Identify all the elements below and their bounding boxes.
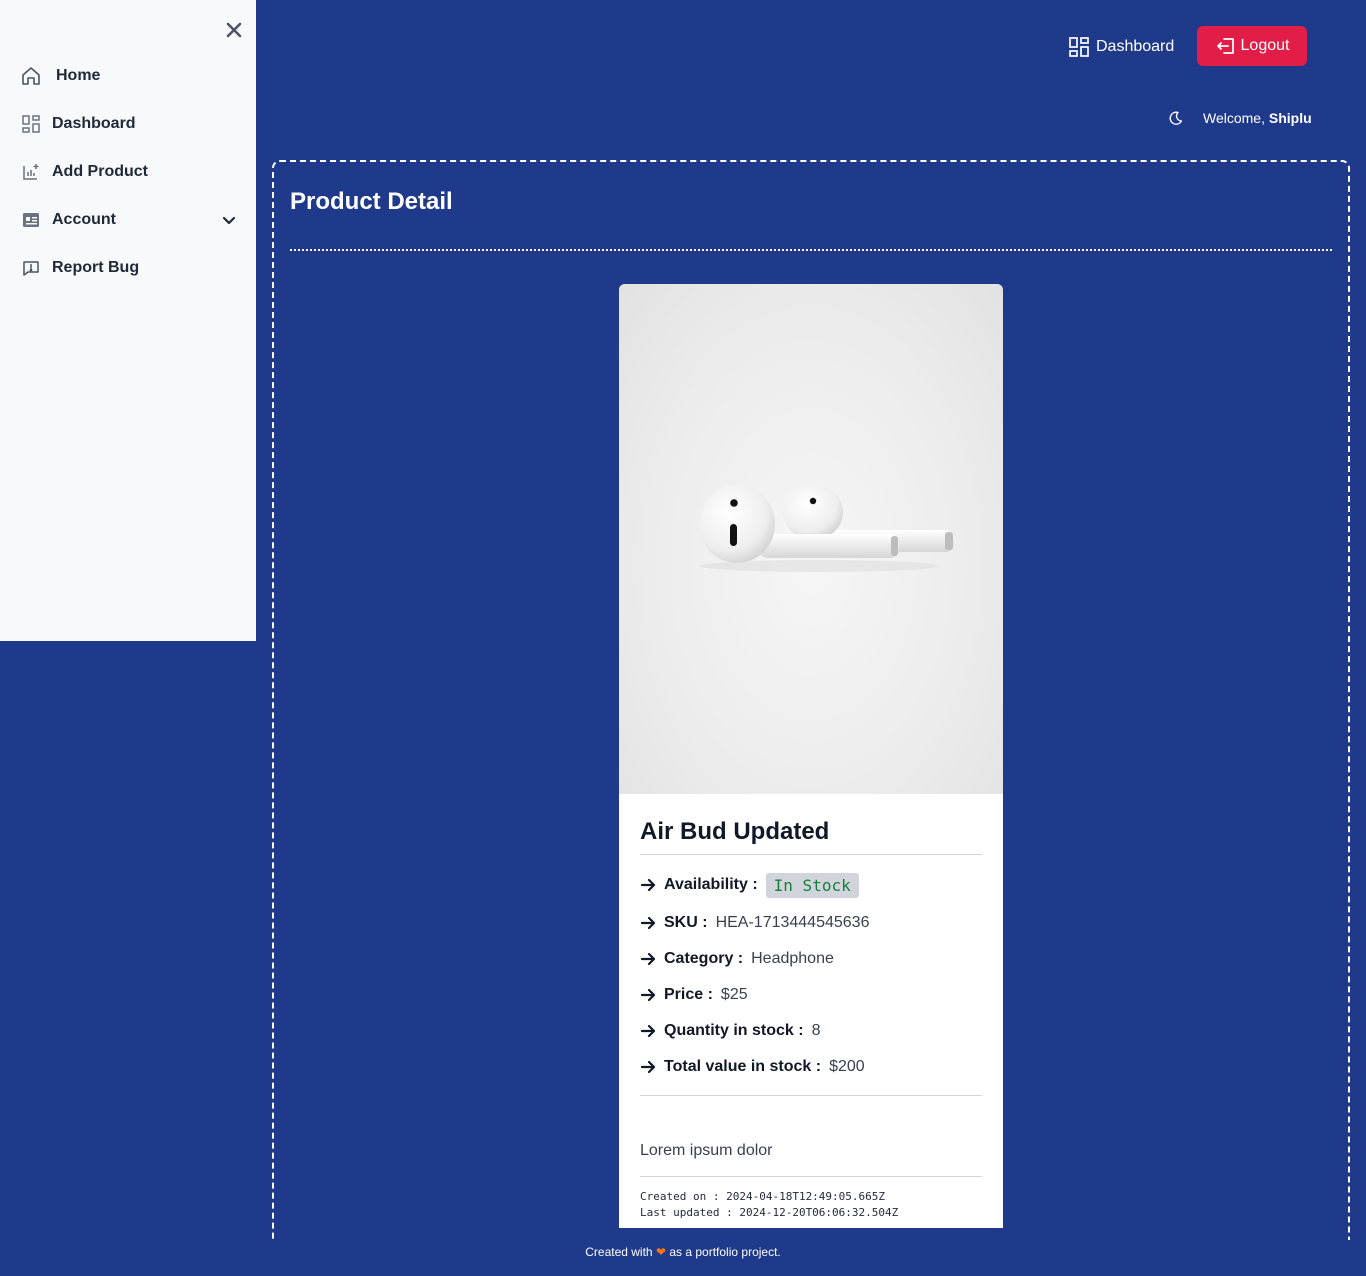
sidebar-item-label: Dashboard [52,115,136,132]
field-value: $25 [720,986,748,1003]
logout-label: Logout [1240,37,1290,54]
grid-icon [1068,36,1090,58]
logout-icon [1215,35,1237,57]
price-row: Price : $25 [640,982,748,1008]
field-value: Headphone [751,950,834,967]
header-dashboard-label: Dashboard [1096,38,1175,55]
product-description: Lorem ipsum dolor [640,1142,773,1159]
sku-row: SKU : HEA-1713444545636 [640,910,869,936]
status-badge: In Stock [765,872,859,898]
quantity-row: Quantity in stock : 8 [640,1018,820,1044]
arrow-right-icon [640,1022,658,1040]
field-value: 8 [811,1022,821,1039]
arrow-right-icon [640,1058,658,1076]
sidebar-item-dashboard[interactable]: Dashboard [20,109,240,139]
divider [640,1095,982,1096]
message-alert-icon [20,257,42,279]
field-label: Total value in stock : [664,1058,822,1075]
footer-prefix: Created with [585,1245,653,1259]
sidebar-item-report-bug[interactable]: Report Bug [20,253,240,283]
product-card: Air Bud Updated Availability : In Stock … [619,284,1003,1228]
sidebar-item-account[interactable]: Account [20,205,240,235]
field-label: Quantity in stock : [664,1022,804,1039]
header-dashboard-link[interactable]: Dashboard [1068,33,1174,61]
heart-icon: ❤ [655,1245,667,1259]
footer-suffix: as a portfolio project. [669,1245,781,1259]
username: Shiplu [1268,110,1312,126]
sidebar-item-label: Account [52,211,116,228]
welcome-text: Welcome, Shiplu [1203,110,1312,126]
page-title: Product Detail [290,188,453,215]
moon-icon[interactable] [1166,108,1186,128]
created-timestamp: Created on : 2024-04-18T12:49:05.665Z [640,1190,886,1203]
product-name: Air Bud Updated [640,818,830,845]
sidebar: Home Dashboard Add Product Account Repor… [0,0,256,641]
chevron-down-icon[interactable] [218,209,240,231]
add-chart-icon [20,161,42,183]
close-icon[interactable] [222,18,246,42]
product-image [619,284,1003,794]
sidebar-item-add-product[interactable]: Add Product [20,157,240,187]
total-value-row: Total value in stock : $200 [640,1054,865,1080]
arrow-right-icon [640,914,658,932]
field-label: SKU : [664,914,708,931]
field-value: HEA-1713444545636 [715,914,870,931]
grid-icon [20,113,42,135]
category-row: Category : Headphone [640,946,834,972]
sidebar-item-label: Report Bug [52,259,140,276]
footer: Created with ❤ as a portfolio project. [0,1245,1366,1259]
availability-row: Availability : In Stock [640,872,859,898]
field-label: Price : [664,986,713,1003]
updated-timestamp: Last updated : 2024-12-20T06:06:32.504Z [640,1206,899,1219]
divider [640,1176,982,1177]
sidebar-item-home[interactable]: Home [20,61,240,91]
arrow-right-icon [640,950,658,968]
account-card-icon [20,209,42,231]
divider [290,249,1332,251]
field-value: $200 [829,1058,865,1075]
home-icon [20,65,42,87]
logout-button[interactable]: Logout [1197,26,1307,66]
sidebar-item-label: Add Product [52,163,148,180]
welcome-prefix: Welcome, [1203,110,1265,126]
field-label: Category : [664,950,744,967]
field-label: Availability : [664,876,758,893]
arrow-right-icon [640,876,658,894]
divider [640,854,982,855]
arrow-right-icon [640,986,658,1004]
sidebar-item-label: Home [56,67,101,84]
